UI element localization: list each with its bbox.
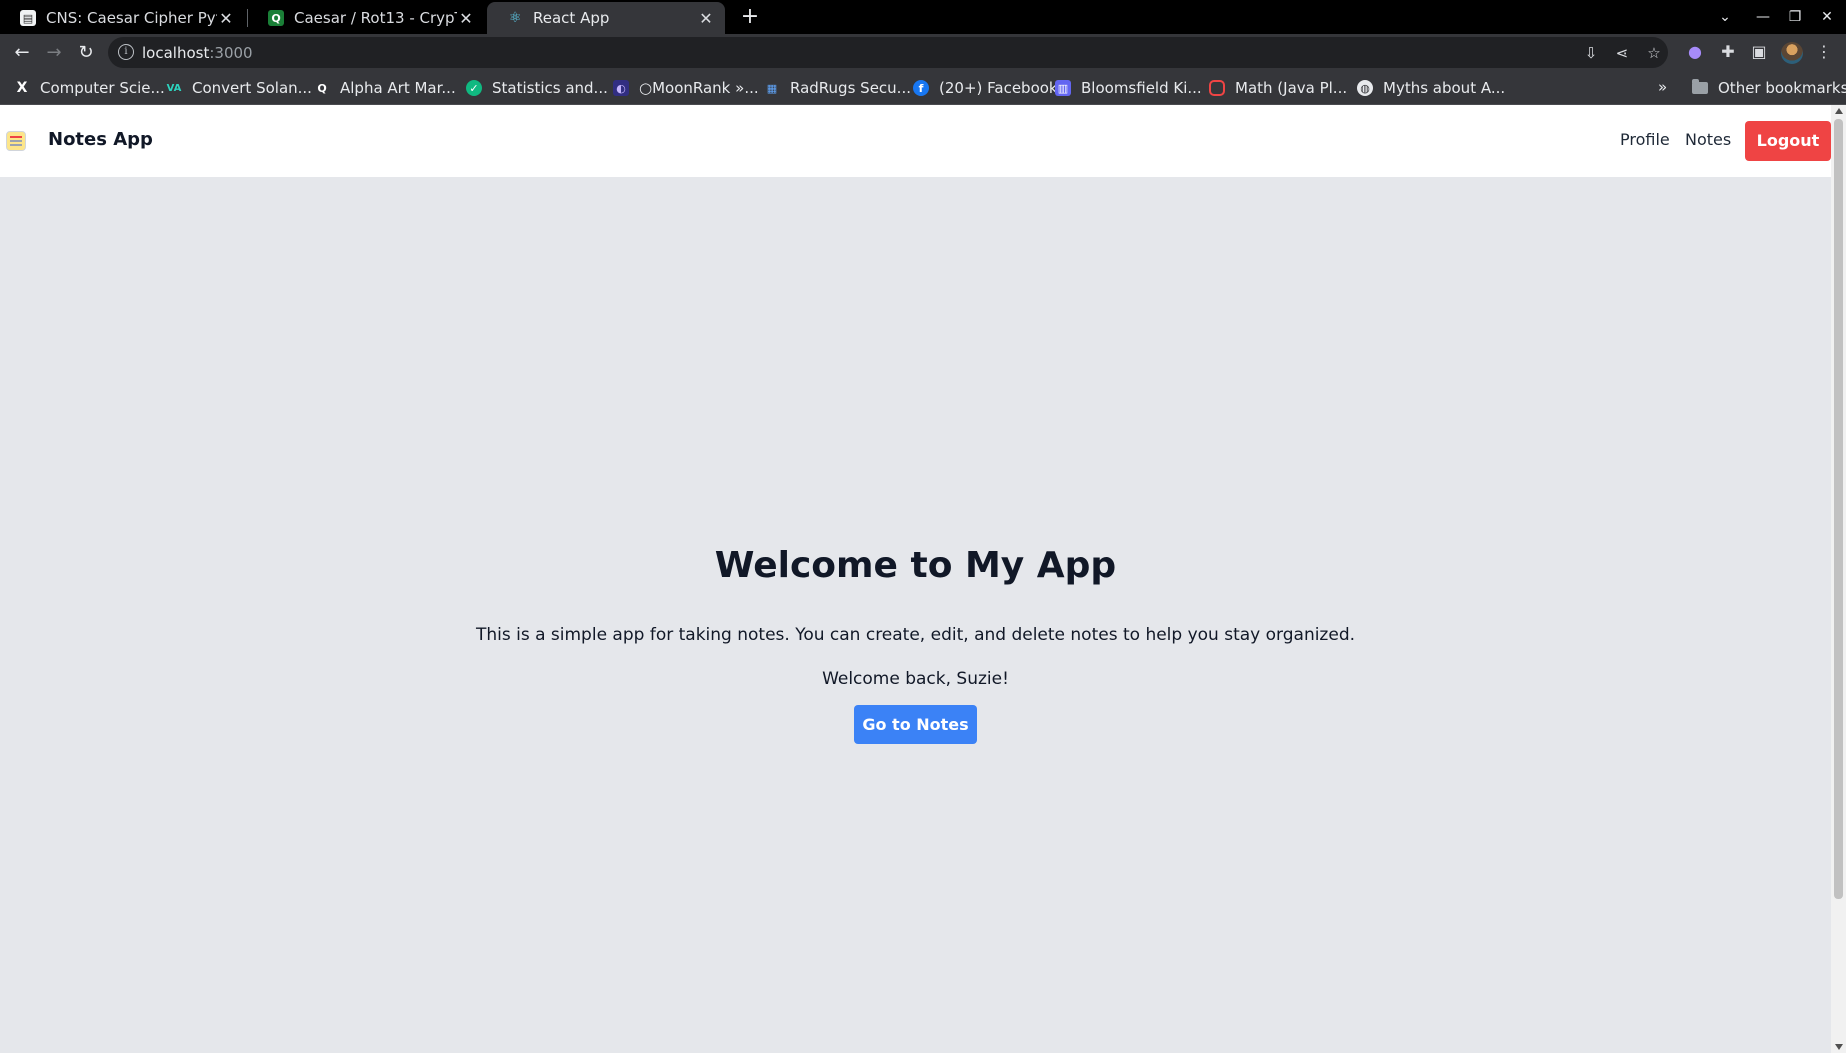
notes-logo-icon bbox=[6, 131, 26, 151]
bookmark-label: Statistics and... bbox=[492, 79, 608, 97]
welcome-message: Welcome back, Suzie! bbox=[822, 669, 1009, 689]
bookmark-item[interactable]: ◐ ○MoonRank »... bbox=[613, 78, 759, 98]
bookmark-label: Computer Scie... bbox=[40, 79, 165, 97]
tab-cryptool[interactable]: Q Caesar / Rot13 - CrypTool ✕ bbox=[248, 2, 485, 34]
site-info-icon[interactable]: i bbox=[118, 44, 134, 60]
bookmarks-more-button[interactable]: » bbox=[1658, 78, 1667, 96]
radrugs-icon: ▦ bbox=[766, 81, 778, 95]
bookmarks-bar: X Computer Scie... VA Convert Solan... Q… bbox=[0, 71, 1846, 105]
bookmark-item[interactable]: ▦ RadRugs Secu... bbox=[764, 78, 911, 98]
close-icon[interactable]: ✕ bbox=[697, 9, 715, 28]
bookmark-label: Bloomsfield Ki... bbox=[1081, 79, 1202, 97]
address-bar[interactable]: i localhost:3000 ⇩ ⋖ ☆ bbox=[108, 37, 1668, 68]
search-bookmark-icon: Q bbox=[317, 81, 327, 95]
oracle-icon bbox=[1209, 80, 1225, 96]
menu-icon[interactable]: ⋮ bbox=[1812, 40, 1836, 64]
logout-button[interactable]: Logout bbox=[1745, 121, 1831, 161]
bookmark-item[interactable]: ◍ Myths about A... bbox=[1357, 78, 1505, 98]
bookmark-label: Convert Solan... bbox=[192, 79, 312, 97]
install-icon[interactable]: ⇩ bbox=[1580, 42, 1602, 64]
scrollbar-thumb[interactable] bbox=[1834, 119, 1843, 899]
other-bookmarks[interactable]: Other bookmarks bbox=[1692, 78, 1846, 98]
extension-icon[interactable]: ● bbox=[1683, 40, 1707, 64]
bookmark-label: ○MoonRank »... bbox=[639, 79, 759, 97]
close-icon[interactable]: ✕ bbox=[457, 9, 475, 28]
moonrank-icon: ◐ bbox=[613, 80, 629, 96]
browser-toolbar: ← → ↻ i localhost:3000 ⇩ ⋖ ☆ ● ✚ ▣ ⋮ bbox=[0, 34, 1846, 71]
bookmark-label: (20+) Facebook bbox=[939, 79, 1058, 97]
vertical-scrollbar[interactable] bbox=[1831, 105, 1846, 1053]
url-host: localhost bbox=[142, 44, 210, 62]
tab-title: CNS: Caesar Cipher Pytho bbox=[46, 9, 217, 27]
app-description: This is a simple app for taking notes. Y… bbox=[475, 625, 1356, 645]
va-icon: VA bbox=[166, 82, 182, 94]
url-text: localhost:3000 bbox=[142, 44, 253, 62]
welcome-section: Welcome to My App This is a simple app f… bbox=[0, 545, 1831, 744]
new-tab-button[interactable]: + bbox=[737, 4, 763, 30]
bookmark-item[interactable]: Math (Java Pl... bbox=[1209, 78, 1347, 98]
tab-strip: ▤ CNS: Caesar Cipher Pytho ✕ Q Caesar / … bbox=[0, 0, 1846, 34]
page-title: Welcome to My App bbox=[714, 545, 1117, 586]
folder-icon bbox=[1692, 79, 1708, 94]
bookmark-label: RadRugs Secu... bbox=[790, 79, 911, 97]
tab-react-app[interactable]: ⚛ React App ✕ bbox=[487, 2, 725, 34]
document-icon: ▤ bbox=[20, 10, 36, 26]
bloomsfield-icon: ▥ bbox=[1055, 80, 1071, 96]
shield-icon: ✓ bbox=[466, 80, 482, 96]
page-viewport: Notes App Profile Notes Logout Welcome t… bbox=[0, 105, 1831, 1053]
nav-notes-link[interactable]: Notes bbox=[1685, 130, 1731, 149]
bookmark-item[interactable]: VA Convert Solan... bbox=[166, 78, 312, 98]
tab-cns-caesar[interactable]: ▤ CNS: Caesar Cipher Pytho ✕ bbox=[0, 2, 245, 34]
nav-profile-link[interactable]: Profile bbox=[1620, 130, 1670, 149]
star-icon[interactable]: ☆ bbox=[1643, 42, 1665, 64]
url-port: :3000 bbox=[209, 44, 253, 62]
scroll-down-icon[interactable] bbox=[1835, 1044, 1843, 1050]
bookmark-item[interactable]: Q Alpha Art Mar... bbox=[314, 78, 456, 98]
app-brand[interactable]: Notes App bbox=[48, 129, 153, 150]
app-navbar: Notes App Profile Notes Logout bbox=[0, 105, 1831, 177]
back-icon[interactable]: ← bbox=[8, 39, 36, 67]
bookmark-label: Alpha Art Mar... bbox=[340, 79, 456, 97]
react-icon: ⚛ bbox=[508, 10, 522, 26]
x-icon: X bbox=[16, 80, 28, 96]
close-icon[interactable]: ✕ bbox=[217, 9, 235, 28]
bookmark-label: Math (Java Pl... bbox=[1235, 79, 1348, 97]
bookmark-label: Myths about A... bbox=[1383, 79, 1506, 97]
close-window-icon[interactable]: ✕ bbox=[1814, 4, 1840, 30]
scroll-up-icon[interactable] bbox=[1835, 108, 1843, 114]
go-to-notes-button[interactable]: Go to Notes bbox=[854, 705, 977, 744]
other-bookmarks-label: Other bookmarks bbox=[1718, 79, 1846, 97]
tab-search-icon[interactable]: ⌄ bbox=[1712, 4, 1738, 30]
bookmark-item[interactable]: f (20+) Facebook bbox=[913, 78, 1058, 98]
bookmark-item[interactable]: ✓ Statistics and... bbox=[466, 78, 608, 98]
cryptool-icon: Q bbox=[268, 10, 284, 26]
side-panel-icon[interactable]: ▣ bbox=[1747, 40, 1771, 64]
puzzle-icon[interactable]: ✚ bbox=[1716, 40, 1740, 64]
bookmark-item[interactable]: X Computer Scie... bbox=[14, 78, 165, 98]
restore-icon[interactable]: ❐ bbox=[1782, 4, 1808, 30]
globe-icon: ◍ bbox=[1357, 80, 1373, 96]
minimize-icon[interactable]: — bbox=[1750, 4, 1776, 30]
reload-icon[interactable]: ↻ bbox=[72, 39, 100, 67]
profile-avatar[interactable] bbox=[1781, 42, 1803, 64]
tab-title: React App bbox=[533, 9, 610, 27]
forward-icon[interactable]: → bbox=[40, 39, 68, 67]
tab-title: Caesar / Rot13 - CrypTool bbox=[294, 9, 457, 27]
bookmark-item[interactable]: ▥ Bloomsfield Ki... bbox=[1055, 78, 1202, 98]
share-icon[interactable]: ⋖ bbox=[1611, 42, 1633, 64]
facebook-icon: f bbox=[913, 80, 929, 96]
browser-chrome: ▤ CNS: Caesar Cipher Pytho ✕ Q Caesar / … bbox=[0, 0, 1846, 105]
